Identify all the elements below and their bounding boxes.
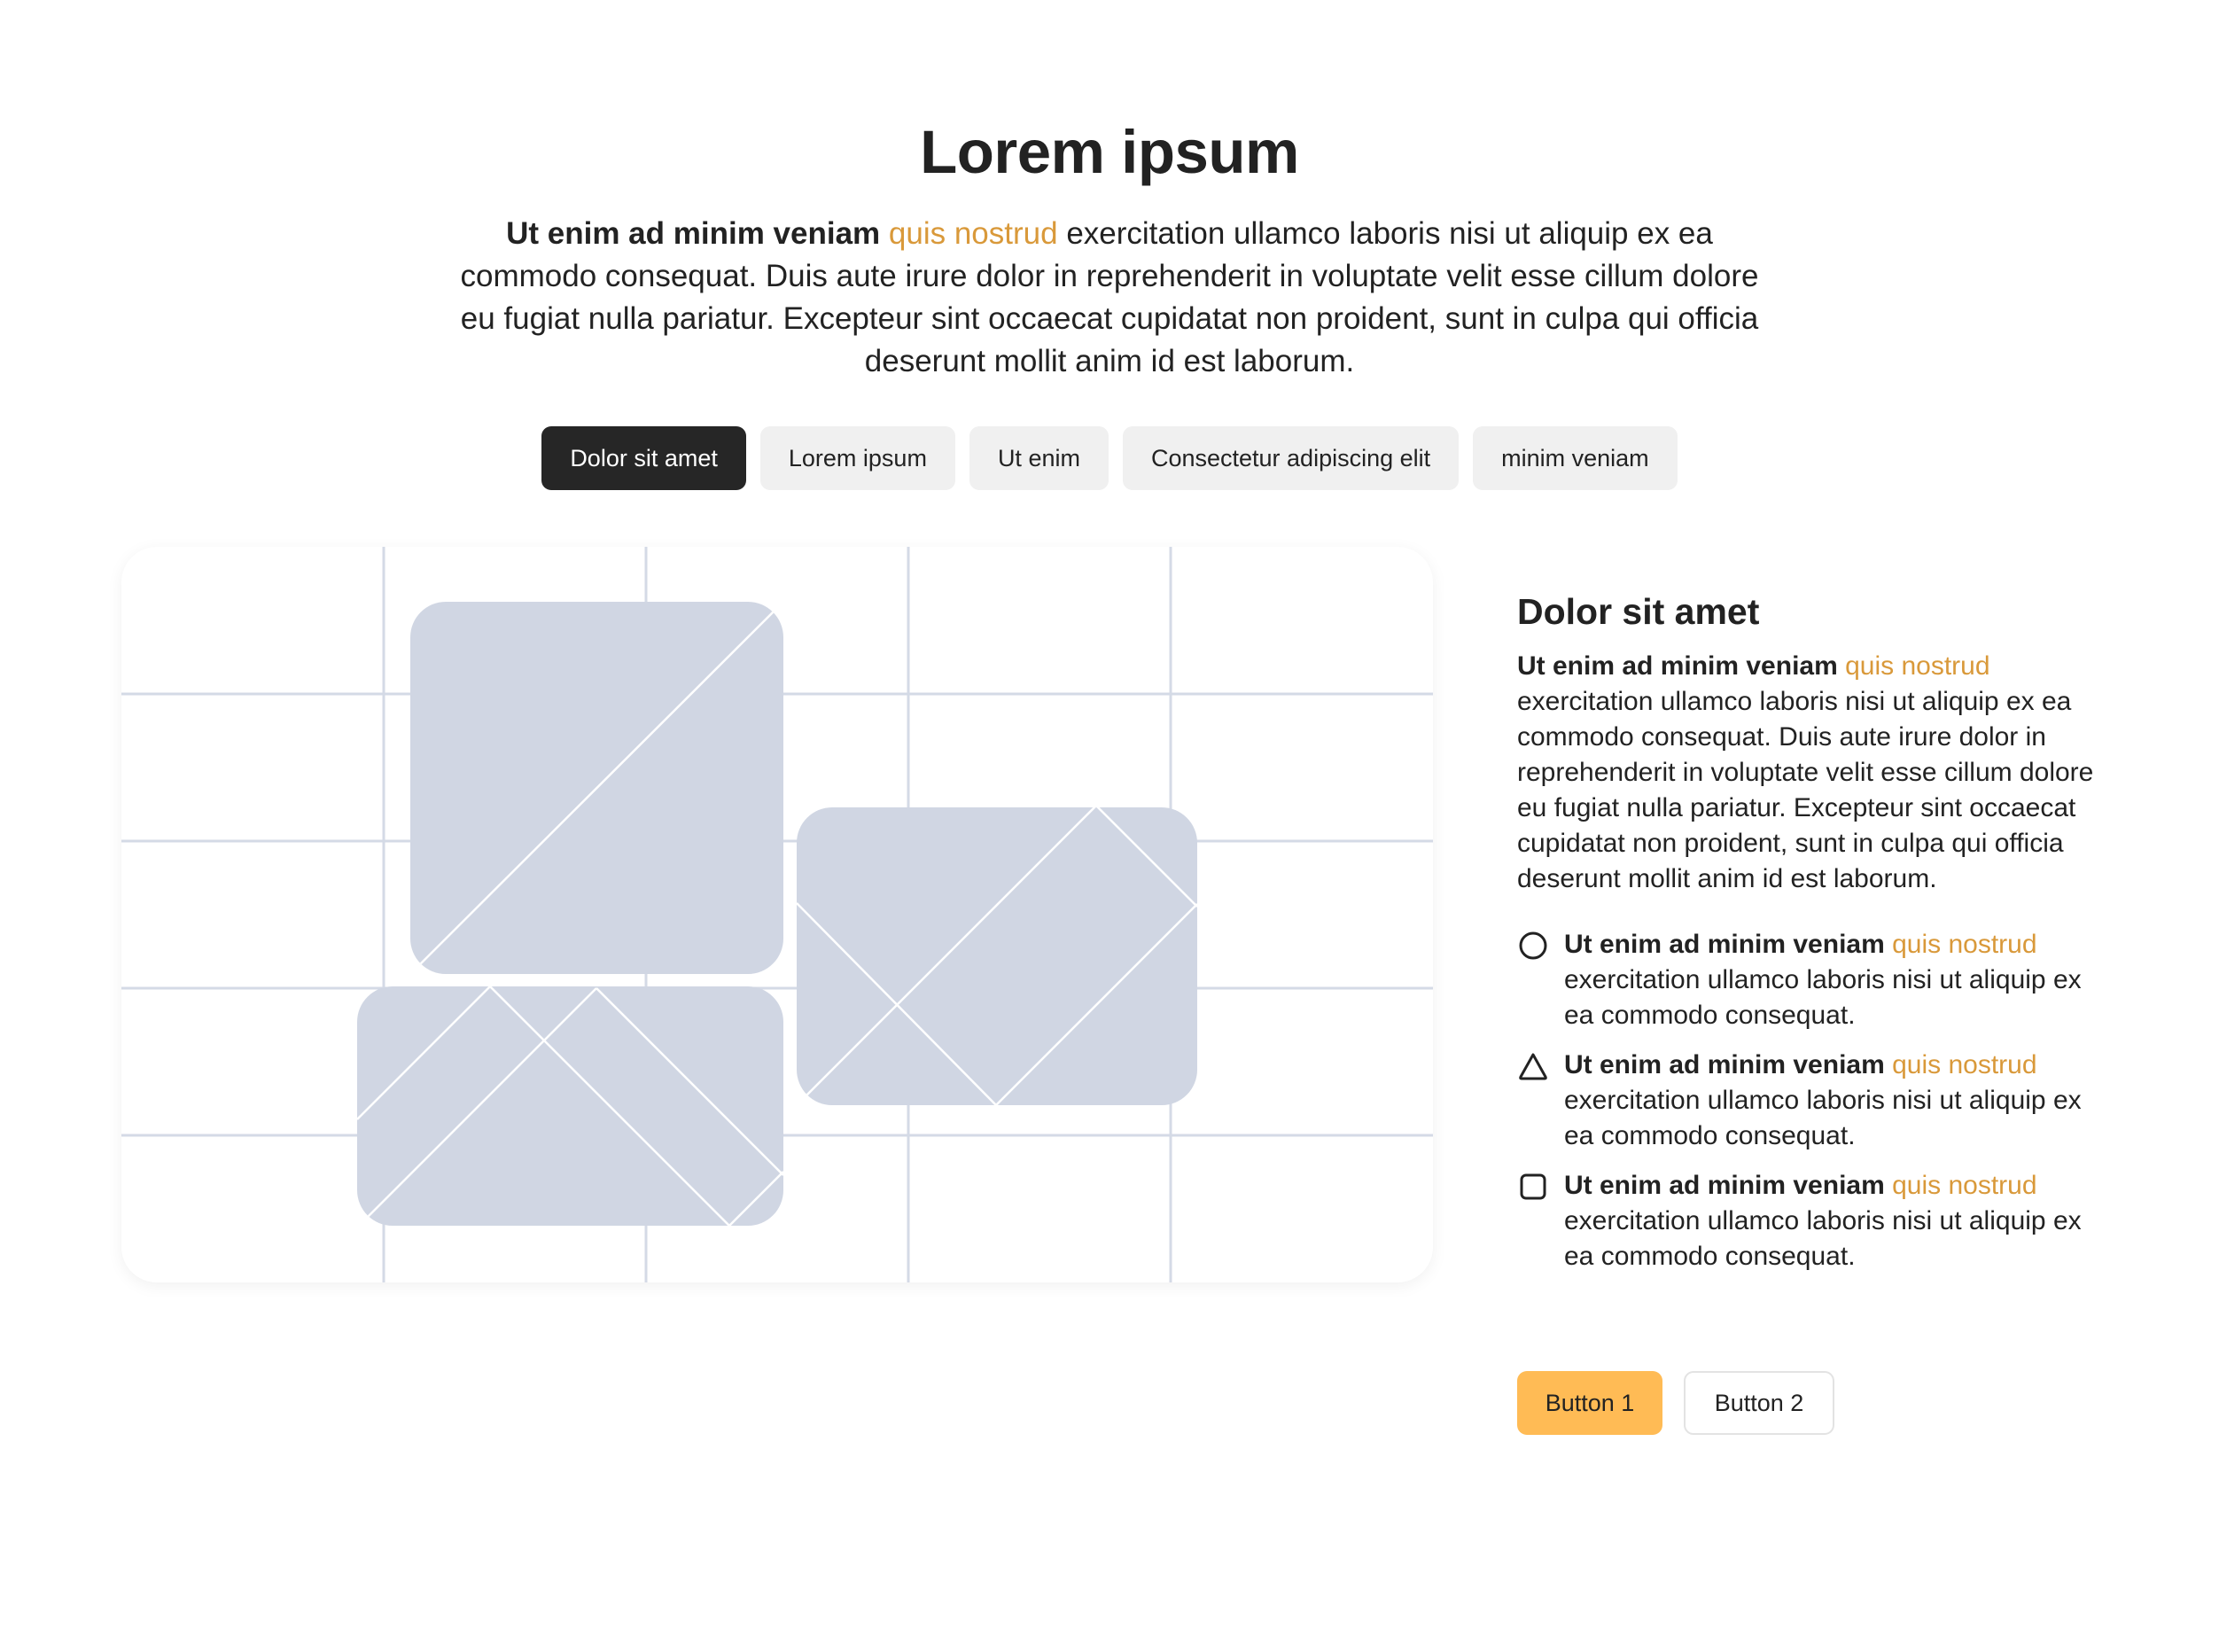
hero-description-accent: quis nostrud [888,216,1058,251]
feature-rest: exercitation ullamco laboris nisi ut ali… [1564,1206,2082,1271]
feature-rest: exercitation ullamco laboris nisi ut ali… [1564,1086,2082,1150]
tab-dolor-sit-amet[interactable]: Dolor sit amet [541,426,746,490]
feature-list: Ut enim ad minim veniam quis nostrud exe… [1517,927,2102,1274]
tab-bar: Dolor sit amet Lorem ipsum Ut enim Conse… [0,426,2219,490]
feature-bold: Ut enim ad minim veniam [1564,930,1885,959]
media-card [121,547,1433,1282]
detail-title: Dolor sit amet [1517,591,1760,632]
detail-description-rest: exercitation ullamco laboris nisi ut ali… [1517,687,2094,893]
placeholder-tile-a [410,602,783,974]
page: Lorem ipsum Ut enim ad minim veniam quis… [0,0,2219,1652]
hero-description-bold: Ut enim ad minim veniam [506,216,881,251]
hero-description: Ut enim ad minim veniam quis nostrud exe… [445,213,1774,383]
feature-accent: quis nostrud [1892,1050,2037,1079]
tab-consectetur-adipiscing-elit[interactable]: Consectetur adipiscing elit [1122,426,1460,490]
circle-icon [1519,931,1547,960]
feature-accent: quis nostrud [1892,1171,2037,1200]
detail-description: Ut enim ad minim veniam quis nostrud exe… [1517,649,2102,897]
feature-rest: exercitation ullamco laboris nisi ut ali… [1564,965,2082,1030]
feature-accent: quis nostrud [1892,930,2037,959]
placeholder-tile-b [797,807,1197,1105]
action-buttons: Button 1 Button 2 [1517,1371,1834,1435]
detail-panel: Dolor sit amet Ut enim ad minim veniam q… [1517,588,2102,1289]
square-icon [1520,1173,1546,1200]
triangle-icon [1519,1053,1547,1080]
image-placeholder-icon [121,547,1433,1282]
feature-item: Ut enim ad minim veniam quis nostrud exe… [1517,1168,2102,1274]
button-2[interactable]: Button 2 [1684,1371,1834,1435]
feature-text: Ut enim ad minim veniam quis nostrud exe… [1564,1048,2102,1154]
page-title: Lorem ipsum [920,118,1299,186]
placeholder-tile-c [357,986,783,1226]
feature-item: Ut enim ad minim veniam quis nostrud exe… [1517,927,2102,1033]
feature-text: Ut enim ad minim veniam quis nostrud exe… [1564,1168,2102,1274]
detail-description-bold: Ut enim ad minim veniam [1517,651,1838,681]
tab-minim-veniam[interactable]: minim veniam [1473,426,1678,490]
feature-item: Ut enim ad minim veniam quis nostrud exe… [1517,1048,2102,1154]
feature-text: Ut enim ad minim veniam quis nostrud exe… [1564,927,2102,1033]
button-1[interactable]: Button 1 [1517,1371,1662,1435]
feature-bold: Ut enim ad minim veniam [1564,1171,1885,1200]
tab-ut-enim[interactable]: Ut enim [969,426,1109,490]
detail-description-accent: quis nostrud [1845,651,1990,681]
tab-lorem-ipsum[interactable]: Lorem ipsum [759,426,955,490]
feature-bold: Ut enim ad minim veniam [1564,1050,1885,1079]
